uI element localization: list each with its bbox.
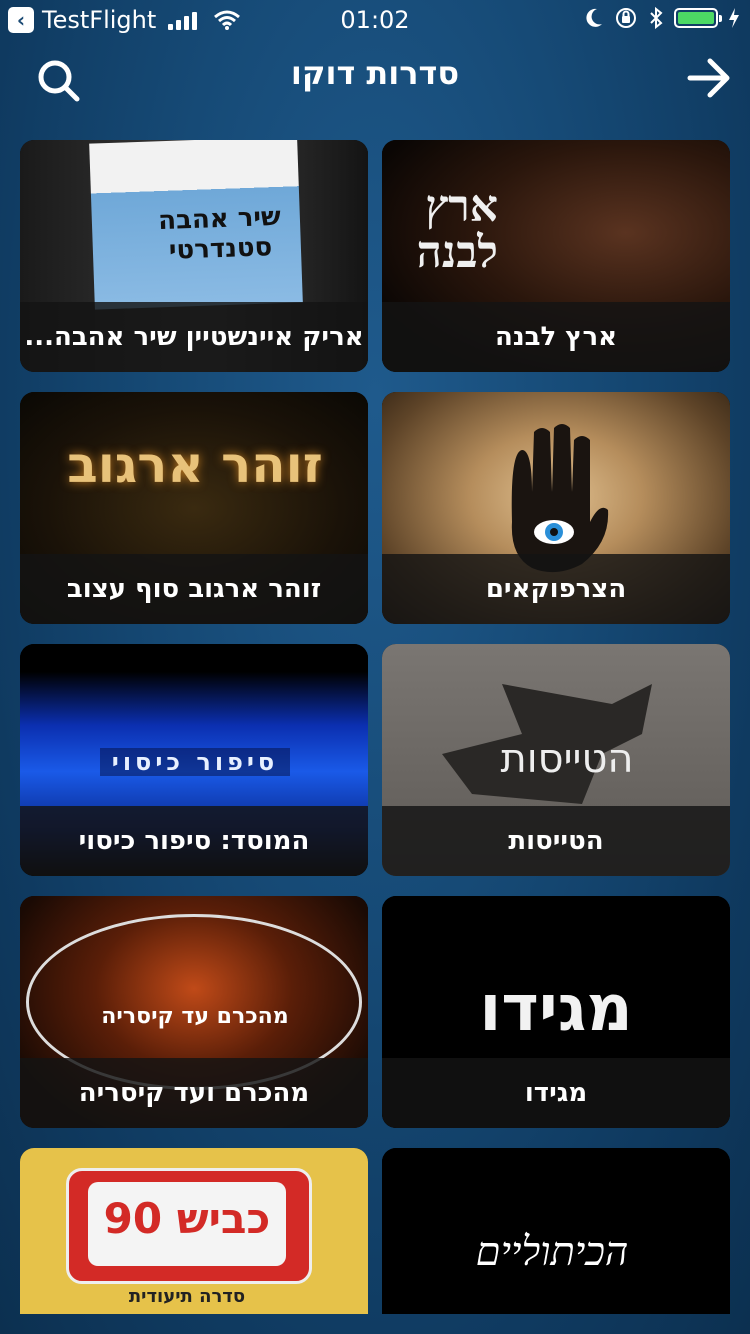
poster-subtext: סדרה תיעודית: [128, 1286, 246, 1307]
forward-arrow-icon[interactable]: [686, 56, 732, 100]
series-tile[interactable]: זוהר ארגוב זוהר ארגוב סוף עצוב: [20, 392, 368, 624]
series-title: מגידו: [382, 1058, 730, 1128]
poster-text: מהכרם עד קיסריה: [101, 1004, 289, 1029]
series-poster: הכיתוליים: [382, 1148, 730, 1314]
series-tile[interactable]: הצרפוקאים: [382, 392, 730, 624]
series-title: מהכרם ועד קיסריה: [20, 1058, 368, 1128]
charging-icon: [729, 8, 739, 28]
series-title: המוסד: סיפור כיסוי: [20, 806, 368, 876]
orientation-lock-icon: [616, 8, 636, 28]
poster-text: סיפור כיסוי: [100, 748, 290, 776]
poster-text: הטייסות: [500, 736, 634, 782]
series-tile[interactable]: הכיתוליים: [382, 1148, 730, 1314]
poster-text: מגידו: [479, 972, 633, 1046]
series-title: הצרפוקאים: [382, 554, 730, 624]
poster-text: זוהר ארגוב: [67, 436, 323, 494]
series-tile[interactable]: כביש 90 סדרה תיעודית: [20, 1148, 368, 1314]
bluetooth-icon: [650, 6, 663, 30]
series-tile[interactable]: מגידו מגידו: [382, 896, 730, 1128]
series-title: זוהר ארגוב סוף עצוב: [20, 554, 368, 624]
series-title: אריק איינשטיין שיר אהבה...: [20, 302, 368, 372]
poster-text: ארץ לבנה: [416, 181, 498, 278]
series-tile[interactable]: מהכרם עד קיסריה מהכרם ועד קיסריה: [20, 896, 368, 1128]
series-title: הטייסות: [382, 806, 730, 876]
series-poster: כביש 90 סדרה תיעודית: [20, 1148, 368, 1314]
nav-bar: סדרות דוקו: [0, 40, 750, 118]
poster-text: כביש 90: [103, 1194, 271, 1243]
page-title: סדרות דוקו: [290, 54, 460, 92]
status-bar: ‹ TestFlight 01:02: [0, 0, 750, 40]
poster-text: הכיתוליים: [475, 1229, 629, 1275]
series-tile[interactable]: ארץ לבנה ארץ לבנה: [382, 140, 730, 372]
battery-icon: [674, 8, 722, 28]
moon-icon: [586, 8, 602, 27]
series-tile[interactable]: סיפור כיסוי המוסד: סיפור כיסוי: [20, 644, 368, 876]
poster-text: שיר אהבה סטנדרטי: [157, 201, 282, 266]
series-title: ארץ לבנה: [382, 302, 730, 372]
series-tile[interactable]: שיר אהבה סטנדרטי אריק איינשטיין שיר אהבה…: [20, 140, 368, 372]
status-right: [584, 6, 740, 30]
series-tile[interactable]: הטייסות הטייסות: [382, 644, 730, 876]
